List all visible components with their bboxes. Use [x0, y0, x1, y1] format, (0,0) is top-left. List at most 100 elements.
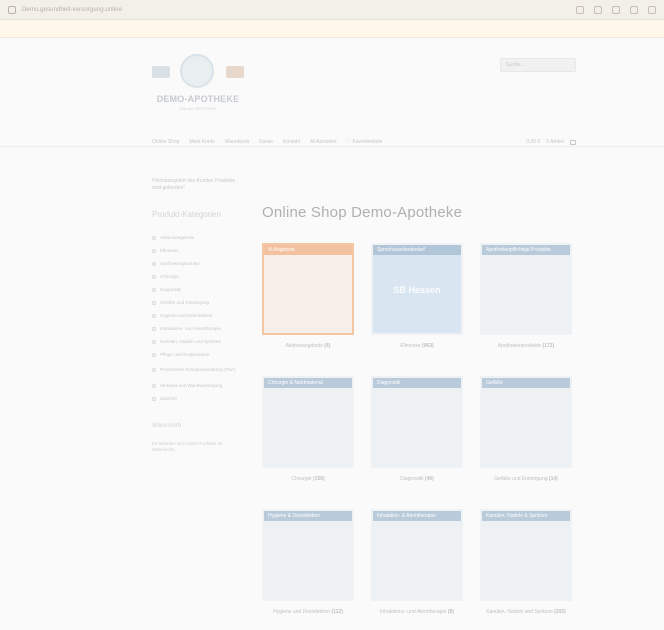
- category-item[interactable]: Aktionsangebote: [152, 231, 244, 244]
- category-label[interactable]: Aktionsangebote (4): [262, 343, 354, 350]
- category-label[interactable]: Gefäße und Entsorgung (14): [480, 476, 572, 483]
- category-card[interactable]: Kanülen, Nadeln & Spritzen Kanülen, Nade…: [480, 509, 572, 616]
- download-icon[interactable]: [630, 5, 638, 14]
- category-image[interactable]: Inhalation- & Atemtherapie: [371, 509, 463, 601]
- cart-total: 0,00 €: [526, 139, 541, 145]
- search-input[interactable]: Suche...: [500, 58, 576, 72]
- category-item[interactable]: Pflege und Endprodukte: [152, 348, 244, 361]
- category-image[interactable]: Diagnostik: [371, 376, 463, 468]
- category-image[interactable]: Hygiene & Desinfektion: [262, 509, 354, 601]
- category-item[interactable]: Zubehör: [152, 392, 244, 405]
- bullet-icon: [152, 300, 156, 305]
- category-label[interactable]: Hygiene und Desinfektion (112): [262, 609, 354, 616]
- category-card[interactable]: Chirurgie & Nahtmaterial Chirurgie (156): [262, 376, 354, 483]
- bullet-icon: [152, 326, 156, 331]
- category-card[interactable]: Gefäße Gefäße und Entsorgung (14): [480, 376, 572, 483]
- star-icon[interactable]: [594, 5, 602, 14]
- category-image[interactable]: Sprechstundenbedarf SB Hessen: [371, 243, 463, 335]
- category-item[interactable]: Kanülen, Nadeln und Spritzen: [152, 335, 244, 348]
- logo-left-mark: [152, 66, 170, 78]
- category-item[interactable]: Ellmesse: [152, 244, 244, 257]
- category-image[interactable]: Kanülen, Nadeln & Spritzen: [480, 509, 572, 601]
- category-image[interactable]: % Angebote: [262, 243, 354, 335]
- address-bar[interactable]: Demo.gesundheit-versorgung.online: [8, 3, 568, 17]
- notification-strip: [0, 20, 664, 38]
- sidebar-cart-heading: Warenkorb: [152, 423, 182, 429]
- logo-text: DEMO-APOTHEKE: [156, 94, 240, 104]
- bullet-icon: [152, 261, 156, 266]
- bullet-icon: [152, 339, 156, 344]
- bullet-icon: [152, 274, 156, 279]
- category-image[interactable]: Apothekenpflichtige Produkte: [480, 243, 572, 335]
- category-card[interactable]: Inhalation- & Atemtherapie Inhalations- …: [371, 509, 463, 616]
- cart-summary[interactable]: 0,00 € 0 Artikel: [526, 139, 576, 145]
- category-item[interactable]: Apothekenprodukte: [152, 257, 244, 270]
- browser-toolbar: Demo.gesundheit-versorgung.online: [0, 0, 664, 20]
- category-card[interactable]: % Angebote Aktionsangebote (4): [262, 243, 354, 350]
- category-banner: % Angebote: [264, 245, 352, 255]
- category-card[interactable]: Hygiene & Desinfektion Hygiene und Desin…: [262, 509, 354, 616]
- nav-ai-assistent[interactable]: AI-Assistent: [310, 139, 337, 145]
- category-card[interactable]: Sprechstundenbedarf SB Hessen Ellmesse (…: [371, 243, 463, 350]
- page: DEMO-APOTHEKE ONLINE APOTHEKE Suche... O…: [0, 38, 664, 630]
- lock-icon: [8, 5, 16, 14]
- nav-warenkorb[interactable]: Warenkorb: [225, 139, 249, 145]
- site-logo[interactable]: DEMO-APOTHEKE ONLINE APOTHEKE: [152, 54, 244, 111]
- category-image[interactable]: Chirurgie & Nahtmaterial: [262, 376, 354, 468]
- page-title: Online Shop Demo-Apotheke: [262, 204, 463, 221]
- category-label[interactable]: Diagnostik (40): [371, 476, 463, 483]
- category-image[interactable]: Gefäße: [480, 376, 572, 468]
- main-nav: Online Shop Mein Konto Warenkorb Kasse K…: [152, 134, 576, 150]
- caduceus-icon: [180, 54, 214, 88]
- category-banner: Diagnostik: [373, 378, 461, 388]
- nav-favoritenliste[interactable]: ♡ Favoritenliste: [347, 139, 383, 145]
- bullet-icon: [152, 352, 156, 357]
- bullet-icon: [152, 396, 156, 401]
- main-content: Online Shop Demo-Apotheke % Angebote Akt…: [262, 204, 572, 630]
- category-item[interactable]: Persönliche Schutzausrüstung (PSA): [152, 361, 244, 379]
- nav-mein-konto[interactable]: Mein Konto: [190, 139, 215, 145]
- zoom-icon[interactable]: [576, 5, 584, 14]
- category-item[interactable]: Hygiene und Desinfektion: [152, 309, 244, 322]
- category-card[interactable]: Apothekenpflichtige Produkte Apothekenpr…: [480, 243, 572, 350]
- category-banner: Kanülen, Nadeln & Spritzen: [482, 511, 570, 521]
- cart-items: 0 Artikel: [546, 139, 564, 145]
- bullet-icon: [152, 383, 156, 388]
- category-card[interactable]: Diagnostik Diagnostik (40): [371, 376, 463, 483]
- category-banner: Sprechstundenbedarf: [373, 245, 461, 255]
- nav-kasse[interactable]: Kasse: [259, 139, 273, 145]
- sidebar-cart-note: Es befinden sich keine Produkte im Waren…: [152, 441, 223, 452]
- header-divider: [0, 146, 664, 147]
- menu-icon[interactable]: [648, 5, 656, 14]
- category-label[interactable]: Ellmesse (963): [371, 343, 463, 350]
- sidebar-note: Höchstangebot des Kunden Produkte sind g…: [152, 178, 236, 191]
- category-label[interactable]: Apothekenprodukte (172): [480, 343, 572, 350]
- bullet-icon: [152, 368, 156, 372]
- category-grid: % Angebote Aktionsangebote (4) Sprechstu…: [262, 243, 572, 616]
- site-header: DEMO-APOTHEKE ONLINE APOTHEKE Suche... O…: [148, 48, 580, 145]
- logo-right-mark: [226, 66, 244, 78]
- bullet-icon: [152, 287, 156, 292]
- category-label[interactable]: Chirurgie (156): [262, 476, 354, 483]
- bullet-icon: [152, 235, 156, 240]
- category-item[interactable]: Inhalations- und Atemtherapie: [152, 322, 244, 335]
- category-item[interactable]: Chirurgie: [152, 270, 244, 283]
- category-item[interactable]: Gefäße und Entsorgung: [152, 296, 244, 309]
- nav-online-shop[interactable]: Online Shop: [152, 139, 180, 145]
- category-list: Aktionsangebote Ellmesse Apothekenproduk…: [152, 231, 244, 405]
- category-label[interactable]: Inhalations- und Atemtherapie (8): [371, 609, 463, 616]
- category-banner: Gefäße: [482, 378, 570, 388]
- category-banner: Hygiene & Desinfektion: [264, 511, 352, 521]
- nav-kontakt[interactable]: Kontakt: [283, 139, 300, 145]
- category-item[interactable]: Verband und Wundversorgung: [152, 379, 244, 392]
- extensions-icon[interactable]: [612, 5, 620, 14]
- sidebar: Höchstangebot des Kunden Produkte sind g…: [152, 178, 244, 453]
- bullet-icon: [152, 313, 156, 318]
- category-image-text: SB Hessen: [393, 285, 441, 295]
- logo-subtext: ONLINE APOTHEKE: [179, 106, 217, 111]
- cart-icon: [570, 139, 576, 145]
- category-item[interactable]: Diagnostik: [152, 283, 244, 296]
- category-banner: Inhalation- & Atemtherapie: [373, 511, 461, 521]
- sidebar-heading: Produkt-Kategorien: [152, 210, 221, 219]
- category-label[interactable]: Kanülen, Nadeln und Spritzen (202): [480, 609, 572, 616]
